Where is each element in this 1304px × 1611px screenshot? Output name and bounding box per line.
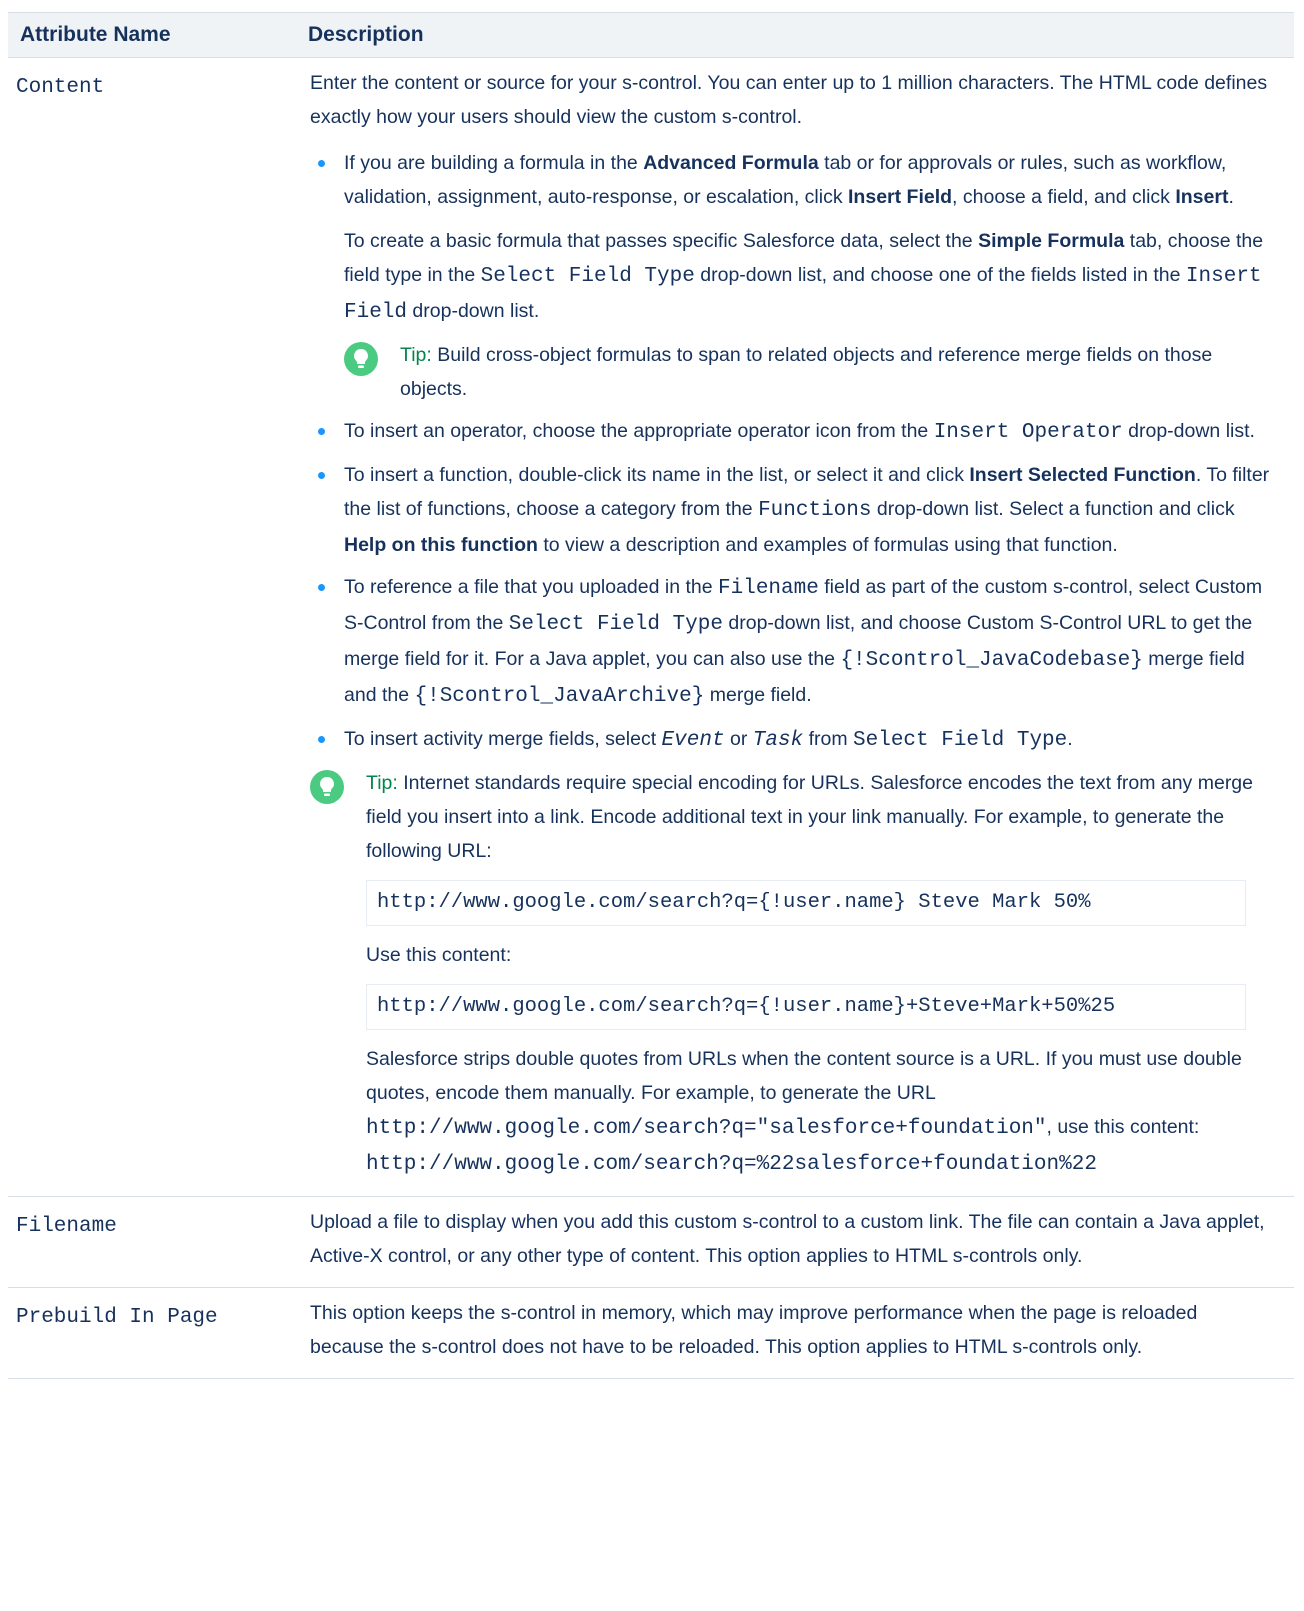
tip-callout: Tip: Build cross-object formulas to span…: [344, 338, 1276, 406]
lightbulb-icon: [344, 342, 378, 376]
table-header-row: Attribute Name Description: [8, 12, 1294, 58]
attribute-description-content: Enter the content or source for your s-c…: [308, 57, 1294, 1197]
attribute-name-filename: Filename: [8, 1196, 308, 1288]
content-bullet-list: If you are building a formula in the Adv…: [310, 146, 1276, 758]
code-block-url: http://www.google.com/search?q={!user.na…: [366, 880, 1246, 926]
attribute-table: Attribute Name Description Content Enter…: [8, 12, 1294, 1379]
document-page: Attribute Name Description Content Enter…: [0, 0, 1304, 1611]
bullet-3-text: To insert a function, double-click its n…: [344, 464, 1270, 556]
table-row-prebuild: Prebuild In Page This option keeps the s…: [8, 1287, 1294, 1379]
list-item: To insert activity merge fields, select …: [310, 722, 1276, 758]
double-quotes-text: Salesforce strips double quotes from URL…: [366, 1048, 1242, 1176]
bullet-2-text: To insert an operator, choose the approp…: [344, 420, 1255, 444]
bullet-5-text: To insert activity merge fields, select …: [344, 728, 1073, 752]
list-item: If you are building a formula in the Adv…: [310, 146, 1276, 406]
attribute-description-prebuild: This option keeps the s-control in memor…: [308, 1287, 1294, 1379]
attribute-name-content: Content: [8, 57, 308, 1197]
tip-text: Tip: Build cross-object formulas to span…: [400, 344, 1213, 400]
header-attribute-name: Attribute Name: [8, 12, 308, 58]
content-intro: Enter the content or source for your s-c…: [310, 72, 1268, 128]
tip-text: Tip: Internet standards require special …: [366, 772, 1253, 862]
list-item: To insert an operator, choose the approp…: [310, 414, 1276, 450]
list-item: To insert a function, double-click its n…: [310, 458, 1276, 562]
code-block-encoded-url: http://www.google.com/search?q={!user.na…: [366, 984, 1246, 1030]
table-row-filename: Filename Upload a file to display when y…: [8, 1196, 1294, 1288]
url-encoding-tip: Tip: Internet standards require special …: [310, 766, 1276, 1182]
list-item: To reference a file that you uploaded in…: [310, 570, 1276, 714]
attribute-name-prebuild: Prebuild In Page: [8, 1287, 308, 1379]
attribute-description-filename: Upload a file to display when you add th…: [308, 1196, 1294, 1288]
bullet-4-text: To reference a file that you uploaded in…: [344, 576, 1263, 708]
tip-body: Tip: Internet standards require special …: [366, 766, 1276, 1182]
header-description: Description: [308, 12, 1294, 58]
lightbulb-icon: [310, 770, 344, 804]
bullet-1-para-2: To create a basic formula that passes sp…: [344, 230, 1264, 324]
bullet-1-text: If you are building a formula in the Adv…: [344, 152, 1234, 208]
use-content-text: Use this content:: [366, 944, 512, 966]
table-row-content: Content Enter the content or source for …: [8, 57, 1294, 1197]
